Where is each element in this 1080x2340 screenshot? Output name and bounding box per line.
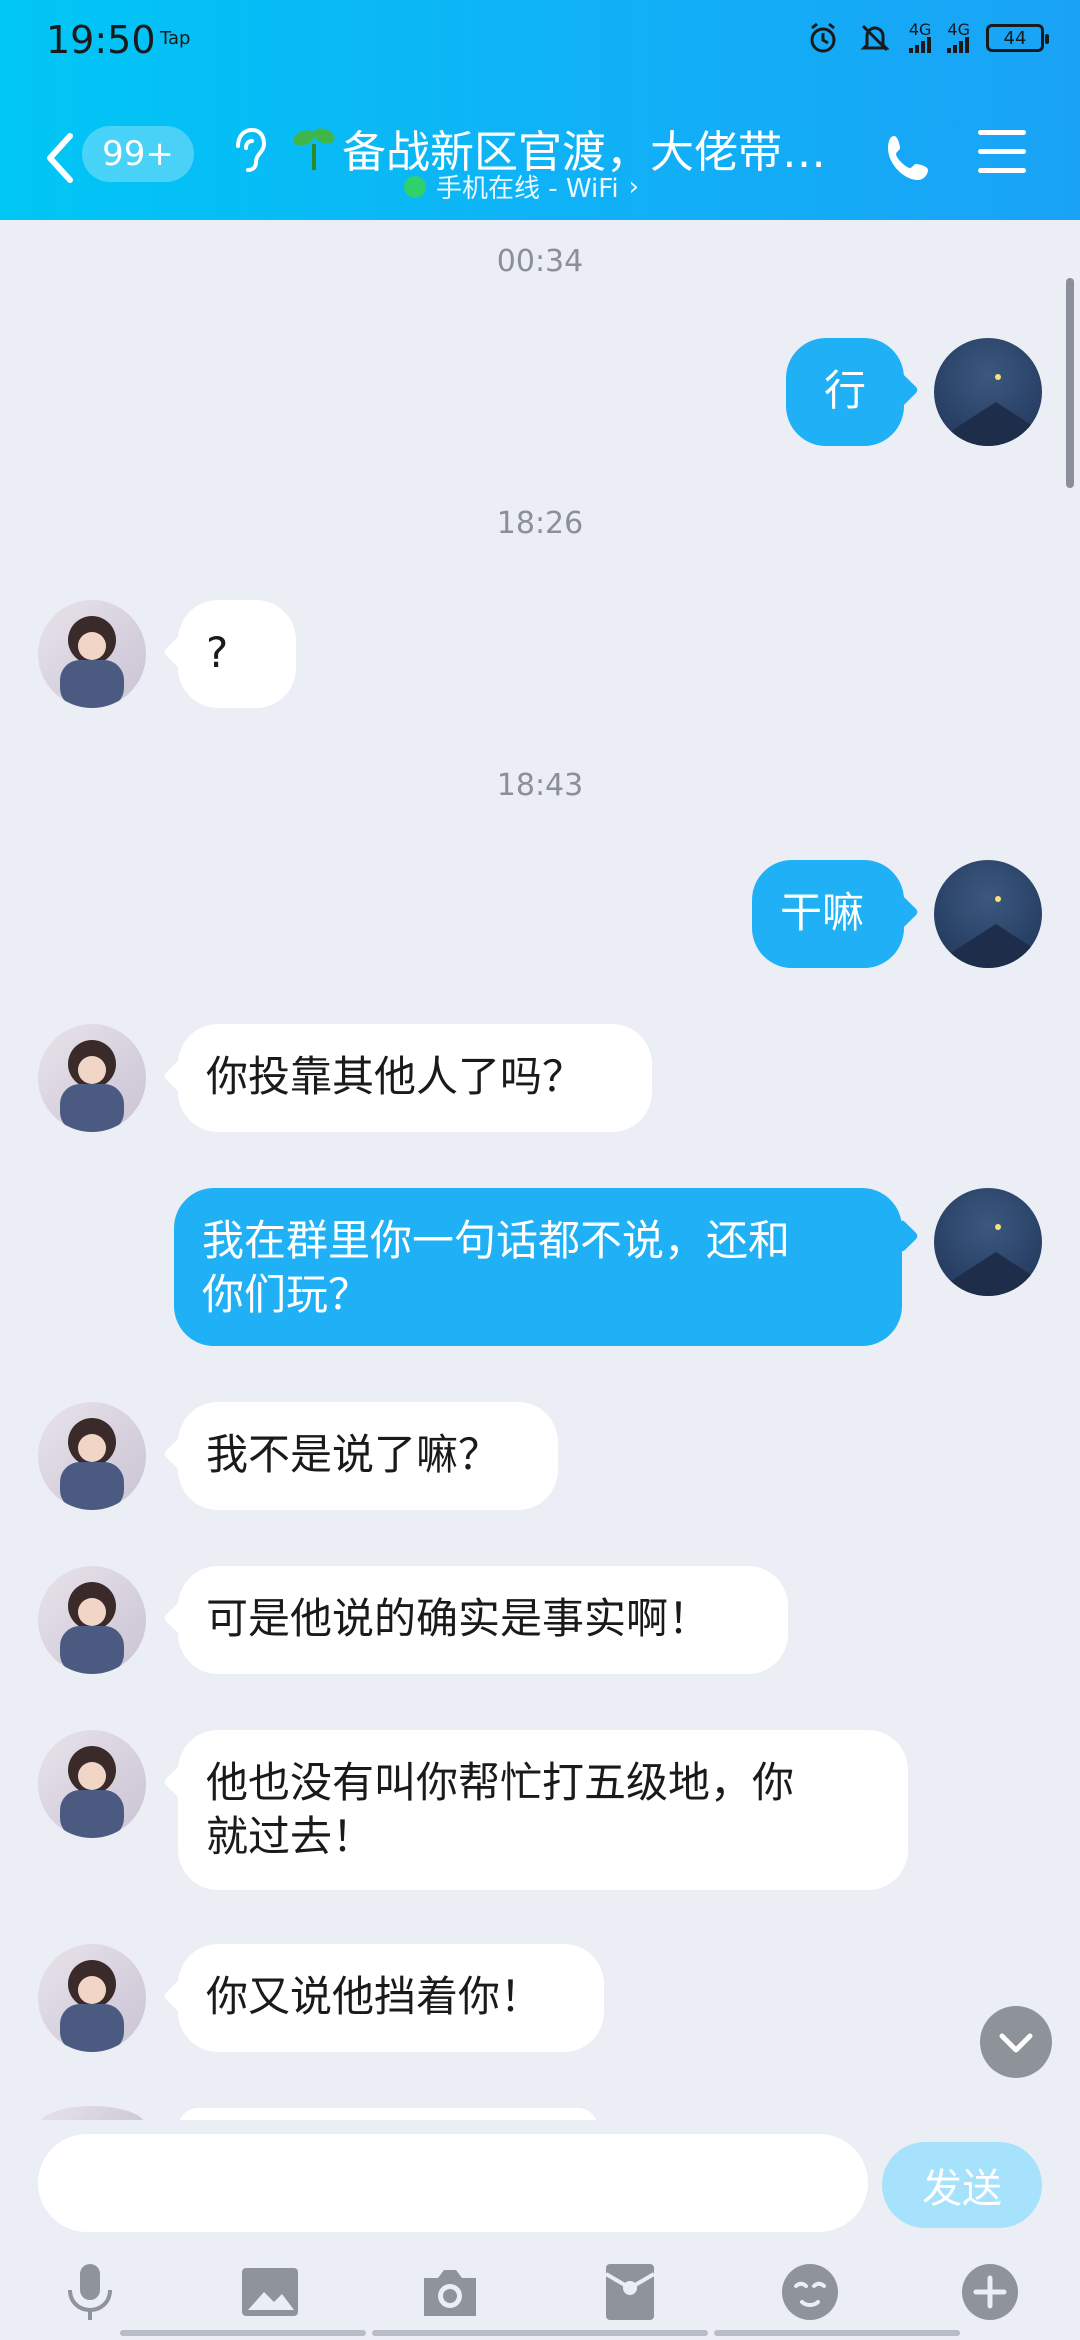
contact-message-bubble[interactable]: 你又说他挡着你！ [178,1944,604,2052]
network-type-2: 4G [947,20,970,39]
tap-indicator: Tap [160,28,191,49]
signal-icon-2: 4G [947,20,970,53]
status-time: 19:50 [46,18,156,62]
contact-message-bubble[interactable]: 可是他说的确实是事实啊！ [178,1566,788,1674]
chevron-down-icon [999,2033,1033,2053]
status-icons: 4G 4G 44 [805,20,1049,56]
contact-message-bubble[interactable]: ? [178,600,296,708]
my-message-bubble[interactable]: 行 [786,338,904,446]
title-bar: 99+ 备战新区官渡，大佬带… 手机在线 - WiFi › [0,110,1080,210]
scroll-to-bottom-button[interactable] [980,2006,1052,2078]
timestamp: 00:34 [496,244,584,279]
timestamp: 18:26 [496,506,584,541]
online-dot-icon [404,175,426,198]
image-icon[interactable] [238,2260,302,2324]
back-arrow-icon[interactable] [40,128,80,188]
unread-badge[interactable]: 99+ [82,126,194,182]
status-bar: 19:50 Tap 4G 4G 44 [0,0,1080,80]
contact-avatar [38,2106,146,2120]
emoji-icon[interactable] [778,2260,842,2324]
composer-toolbar [0,2260,1080,2340]
my-message-bubble[interactable]: 我在群里你一句话都不说，还和 你们玩？ [174,1188,902,1346]
message-list[interactable]: 00:34 行 18:26 ? 18:43 干嘛 你投靠其他人了吗？ 我在群里你… [0,220,1080,2120]
signal-icon-1: 4G [908,20,932,53]
timestamp: 18:43 [496,768,584,803]
nav-indicator [714,2330,960,2336]
my-message-bubble[interactable]: 干嘛 [752,860,904,968]
phone-call-icon[interactable] [880,128,940,188]
my-avatar[interactable] [934,1188,1042,1296]
sprout-icon [293,128,335,170]
camera-icon[interactable] [418,2260,482,2324]
contact-avatar[interactable] [38,1944,146,2052]
menu-icon[interactable] [978,130,1030,180]
plus-icon[interactable] [958,2260,1022,2324]
send-button[interactable]: 发送 [882,2142,1042,2228]
network-type-1: 4G [908,20,932,39]
message-line: 你们玩？ [202,1270,371,1319]
chat-header: 19:50 Tap 4G 4G 44 99+ 备战新区官渡，大佬带… 手机在线 … [0,0,1080,220]
contact-message-bubble[interactable]: 他也没有叫你帮忙打五级地，你 就过去！ [178,1730,908,1890]
scrollbar[interactable] [1066,278,1074,488]
ear-icon[interactable] [228,120,268,180]
contact-avatar[interactable] [38,1566,146,1674]
contact-avatar[interactable] [38,1402,146,1510]
mute-bell-icon [857,20,893,56]
message-line: 就过去！ [206,1812,375,1861]
my-avatar[interactable] [934,860,1042,968]
red-packet-icon[interactable] [598,2260,662,2324]
composer: 发送 [0,2120,1080,2340]
contact-avatar[interactable] [38,600,146,708]
contact-message-bubble[interactable]: 我不是说了嘛？ [178,1402,558,1510]
nav-indicator [120,2330,366,2336]
microphone-icon[interactable] [58,2260,122,2324]
contact-message-bubble[interactable]: 你投靠其他人了吗？ [178,1024,652,1132]
message-input[interactable] [38,2134,868,2232]
chevron-right-icon: › [628,171,639,202]
contact-avatar[interactable] [38,1730,146,1838]
contact-avatar[interactable] [38,1024,146,1132]
alarm-icon [805,20,841,56]
nav-indicator [372,2330,708,2336]
contact-message-bubble [178,2108,598,2120]
message-line: 他也没有叫你帮忙打五级地，你 [206,1758,795,1807]
online-status-text: 手机在线 - WiFi [436,174,619,204]
my-avatar[interactable] [934,338,1042,446]
battery-level: 44 [1003,27,1027,49]
battery-icon: 44 [986,24,1049,52]
message-line: 我在群里你一句话都不说，还和 [202,1216,791,1265]
online-status[interactable]: 手机在线 - WiFi › [404,168,639,205]
